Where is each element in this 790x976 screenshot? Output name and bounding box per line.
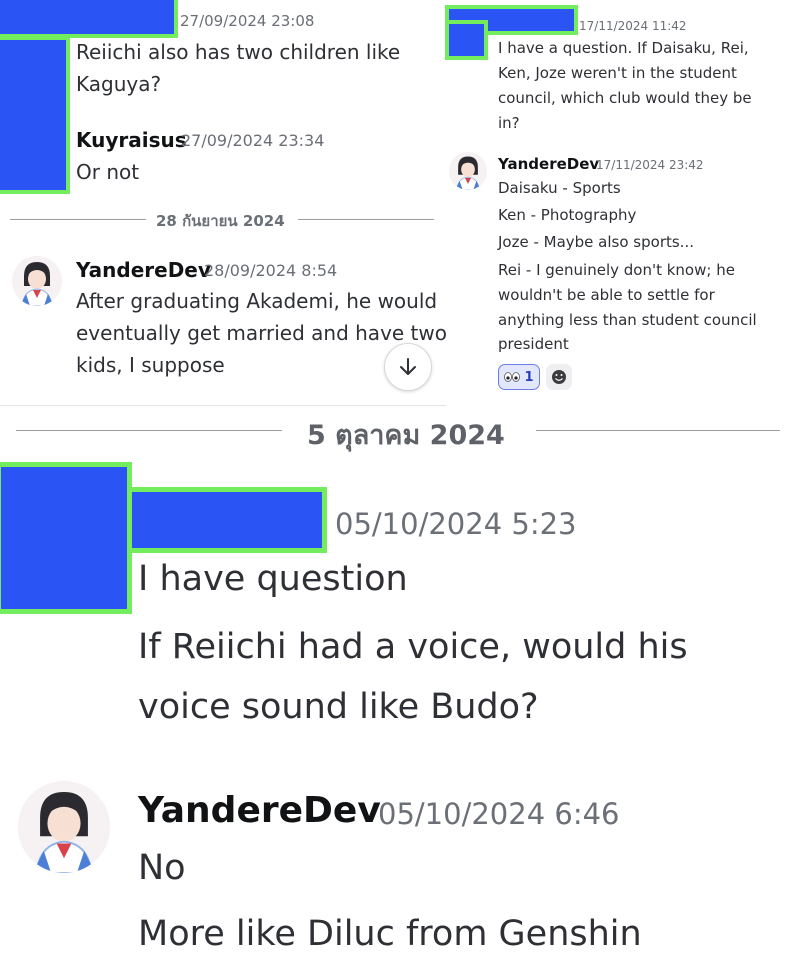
- message-timestamp: 27/09/2024 23:34: [181, 131, 325, 150]
- message-line: Rei - I genuinely don't know; he: [498, 261, 735, 279]
- username[interactable]: YandereDev: [498, 155, 599, 173]
- message-line: No: [138, 848, 186, 888]
- message-line: After graduating Akademi, he would: [76, 289, 438, 313]
- redacted-avatar: [0, 36, 70, 194]
- message-timestamp: 17/11/2024 23:42: [596, 158, 704, 172]
- message-line: Ken - Photography: [498, 206, 637, 224]
- username[interactable]: YandereDev: [138, 790, 381, 831]
- username[interactable]: YandereDev: [76, 258, 211, 282]
- date-divider-line: [298, 219, 434, 220]
- avatar[interactable]: [18, 781, 110, 873]
- message-line: Reiichi also has two children like: [76, 40, 401, 64]
- message-timestamp: 27/09/2024 23:08: [180, 12, 315, 30]
- reaction-eyes-button[interactable]: 1: [498, 364, 540, 390]
- add-reaction-button[interactable]: [546, 364, 572, 390]
- message-line: in?: [498, 114, 520, 132]
- message-timestamp: 17/11/2024 11:42: [579, 19, 687, 33]
- message-timestamp: 05/10/2024 5:23: [335, 507, 577, 541]
- message-timestamp: 05/10/2024 6:46: [378, 797, 620, 831]
- eyes-emoji-icon: [504, 372, 521, 382]
- message-line: Ken, Joze weren't in the student: [498, 64, 737, 82]
- jump-to-bottom-button[interactable]: [384, 343, 432, 391]
- anime-girl-avatar-icon: [449, 152, 487, 190]
- message-line: wouldn't be able to settle for: [498, 286, 715, 304]
- message-line: I have question: [138, 559, 408, 599]
- message-line: voice sound like Budo?: [138, 687, 539, 727]
- date-divider-line: [16, 430, 282, 431]
- redacted-username: [0, 0, 178, 38]
- message-line: anything less than student council: [498, 311, 757, 329]
- date-divider-label: 5 ตุลาคม 2024: [307, 420, 505, 451]
- message-line: I have a question. If Daisaku, Rei,: [498, 39, 749, 57]
- panel-divider: [0, 405, 446, 406]
- date-divider-line: [536, 430, 780, 431]
- arrow-down-icon: [400, 358, 416, 375]
- message-line: Or not: [76, 160, 140, 184]
- message-line: president: [498, 335, 569, 353]
- message-line: Kaguya?: [76, 72, 162, 96]
- username[interactable]: Kuyraisus: [76, 128, 187, 152]
- anime-girl-avatar-icon: [18, 781, 110, 873]
- message-line: Daisaku - Sports: [498, 179, 621, 197]
- redacted-username: [127, 487, 327, 553]
- message-line: kids, I suppose: [76, 353, 225, 377]
- avatar[interactable]: [12, 256, 62, 306]
- reaction-count: 1: [524, 369, 534, 385]
- message-timestamp: 28/09/2024 8:54: [204, 261, 338, 280]
- date-divider-label: 28 กันยายน 2024: [156, 212, 285, 230]
- date-divider-line: [10, 219, 146, 220]
- message-line: eventually get married and have two: [76, 321, 447, 345]
- message-line: More like Diluc from Genshin: [138, 914, 642, 954]
- redacted-avatar: [445, 20, 488, 60]
- avatar[interactable]: [449, 152, 487, 190]
- message-line: council, which club would they be: [498, 89, 752, 107]
- message-line: If Reiichi had a voice, would his: [138, 627, 688, 667]
- message-line: Joze - Maybe also sports...: [498, 233, 694, 251]
- redacted-avatar: [0, 462, 132, 614]
- anime-girl-avatar-icon: [12, 256, 62, 306]
- smiley-add-icon: [552, 370, 566, 384]
